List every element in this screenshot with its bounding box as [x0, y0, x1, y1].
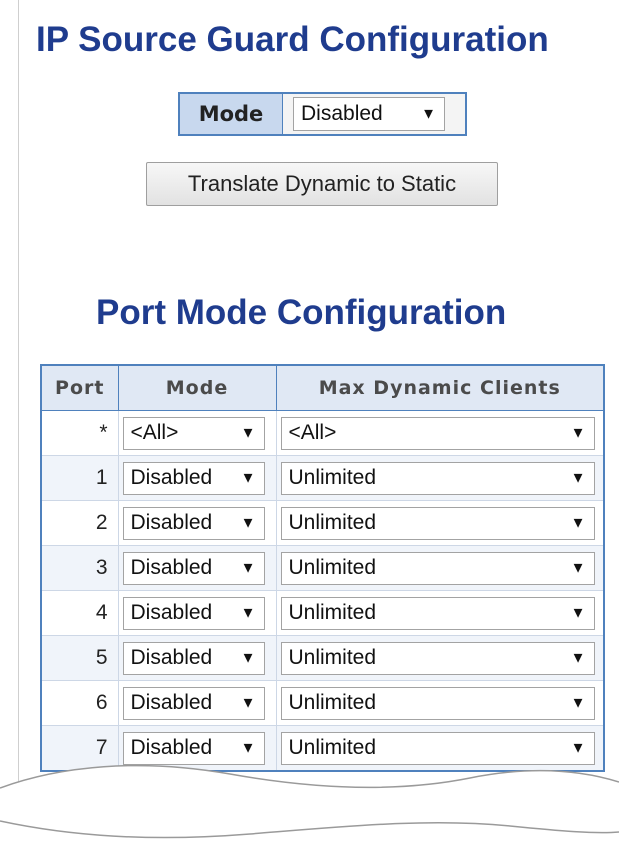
port-cell: 6 [40, 680, 119, 726]
global-mode-box: Mode Disabled ▼ [178, 92, 467, 136]
table-row: 6 Disabled ▼ Unlimited ▼ [40, 680, 605, 726]
port-mode-select[interactable]: Disabled ▼ [122, 506, 265, 540]
column-header-max-dynamic-clients: Max Dynamic Clients [275, 364, 605, 411]
mode-cell: Disabled ▼ [117, 635, 277, 681]
max-clients-cell: Unlimited ▼ [275, 680, 605, 726]
triangle-down-icon: ▼ [570, 649, 586, 667]
mode-cell: Disabled ▼ [117, 500, 277, 546]
port-cell: 3 [40, 545, 119, 591]
max-dynamic-clients-value: Unlimited [288, 646, 377, 669]
table-header-row: Port Mode Max Dynamic Clients [40, 364, 605, 411]
port-number: 5 [95, 646, 108, 669]
port-mode-select[interactable]: <All> ▼ [122, 416, 265, 450]
port-mode-value: Disabled [130, 691, 213, 714]
global-mode-value: Disabled [301, 102, 383, 125]
mode-cell: Disabled ▼ [117, 455, 277, 501]
max-dynamic-clients-select[interactable]: Unlimited ▼ [280, 551, 595, 585]
max-clients-cell: Unlimited ▼ [275, 545, 605, 591]
triangle-down-icon: ▼ [570, 604, 586, 622]
triangle-down-icon: ▼ [240, 424, 256, 442]
global-mode-label: Mode [180, 94, 283, 134]
max-clients-cell: Unlimited ▼ [275, 590, 605, 636]
torn-page-edge [0, 764, 619, 847]
mode-cell: Disabled ▼ [117, 680, 277, 726]
triangle-down-icon: ▼ [570, 469, 586, 487]
table-row: 1 Disabled ▼ Unlimited ▼ [40, 455, 605, 501]
max-dynamic-clients-value: Unlimited [288, 511, 377, 534]
triangle-down-icon: ▼ [421, 105, 436, 123]
triangle-down-icon: ▼ [240, 469, 256, 487]
table-row: 3 Disabled ▼ Unlimited ▼ [40, 545, 605, 591]
table-row: 5 Disabled ▼ Unlimited ▼ [40, 635, 605, 681]
max-dynamic-clients-select[interactable]: Unlimited ▼ [280, 461, 595, 495]
max-dynamic-clients-select[interactable]: Unlimited ▼ [280, 641, 595, 675]
mode-cell: <All> ▼ [117, 410, 277, 456]
port-mode-title: Port Mode Configuration [96, 293, 507, 332]
port-mode-select[interactable]: Disabled ▼ [122, 461, 265, 495]
mode-cell: Disabled ▼ [117, 545, 277, 591]
max-dynamic-clients-value: Unlimited [288, 691, 377, 714]
max-clients-cell: <All> ▼ [275, 410, 605, 456]
max-dynamic-clients-value: <All> [288, 421, 337, 444]
triangle-down-icon: ▼ [240, 649, 256, 667]
table-row: 4 Disabled ▼ Unlimited ▼ [40, 590, 605, 636]
max-clients-cell: Unlimited ▼ [275, 500, 605, 546]
translate-dynamic-to-static-button[interactable]: Translate Dynamic to Static [146, 162, 498, 206]
table-row: 2 Disabled ▼ Unlimited ▼ [40, 500, 605, 546]
max-dynamic-clients-select[interactable]: <All> ▼ [280, 416, 595, 450]
max-dynamic-clients-value: Unlimited [288, 556, 377, 579]
port-mode-table: Port Mode Max Dynamic Clients * <All> ▼ <Al… [40, 364, 605, 772]
triangle-down-icon: ▼ [240, 514, 256, 532]
port-cell: 1 [40, 455, 119, 501]
port-mode-select[interactable]: Disabled ▼ [122, 551, 265, 585]
max-dynamic-clients-value: Unlimited [288, 601, 377, 624]
table-row: * <All> ▼ <All> ▼ [40, 410, 605, 456]
port-mode-value: Disabled [130, 511, 213, 534]
port-cell: 2 [40, 500, 119, 546]
triangle-down-icon: ▼ [240, 694, 256, 712]
port-mode-select[interactable]: Disabled ▼ [122, 641, 265, 675]
port-mode-value: Disabled [130, 466, 213, 489]
port-cell: * [40, 410, 119, 456]
triangle-down-icon: ▼ [570, 694, 586, 712]
port-number: 1 [95, 466, 108, 489]
port-number: * [99, 421, 108, 444]
column-header-port: Port [40, 364, 119, 411]
column-header-mode: Mode [117, 364, 277, 411]
max-dynamic-clients-select[interactable]: Unlimited ▼ [280, 686, 595, 720]
port-mode-select[interactable]: Disabled ▼ [122, 596, 265, 630]
port-mode-value: Disabled [130, 601, 213, 624]
port-mode-value: Disabled [130, 556, 213, 579]
max-clients-cell: Unlimited ▼ [275, 635, 605, 681]
port-mode-select[interactable]: Disabled ▼ [122, 686, 265, 720]
triangle-down-icon: ▼ [240, 604, 256, 622]
port-number: 3 [95, 556, 108, 579]
max-clients-cell: Unlimited ▼ [275, 455, 605, 501]
port-mode-value: Disabled [130, 646, 213, 669]
global-mode-select[interactable]: Disabled ▼ [293, 97, 445, 131]
triangle-down-icon: ▼ [570, 514, 586, 532]
port-number: 4 [95, 601, 108, 624]
page-title: IP Source Guard Configuration [36, 20, 549, 59]
port-mode-value: <All> [130, 421, 179, 444]
max-dynamic-clients-value: Unlimited [288, 466, 377, 489]
port-number: 2 [95, 511, 108, 534]
triangle-down-icon: ▼ [570, 559, 586, 577]
triangle-down-icon: ▼ [570, 424, 586, 442]
global-mode-cell: Disabled ▼ [283, 94, 465, 134]
port-cell: 4 [40, 590, 119, 636]
port-number: 6 [95, 691, 108, 714]
max-dynamic-clients-select[interactable]: Unlimited ▼ [280, 596, 595, 630]
max-dynamic-clients-select[interactable]: Unlimited ▼ [280, 506, 595, 540]
mode-cell: Disabled ▼ [117, 590, 277, 636]
port-cell: 5 [40, 635, 119, 681]
triangle-down-icon: ▼ [240, 559, 256, 577]
